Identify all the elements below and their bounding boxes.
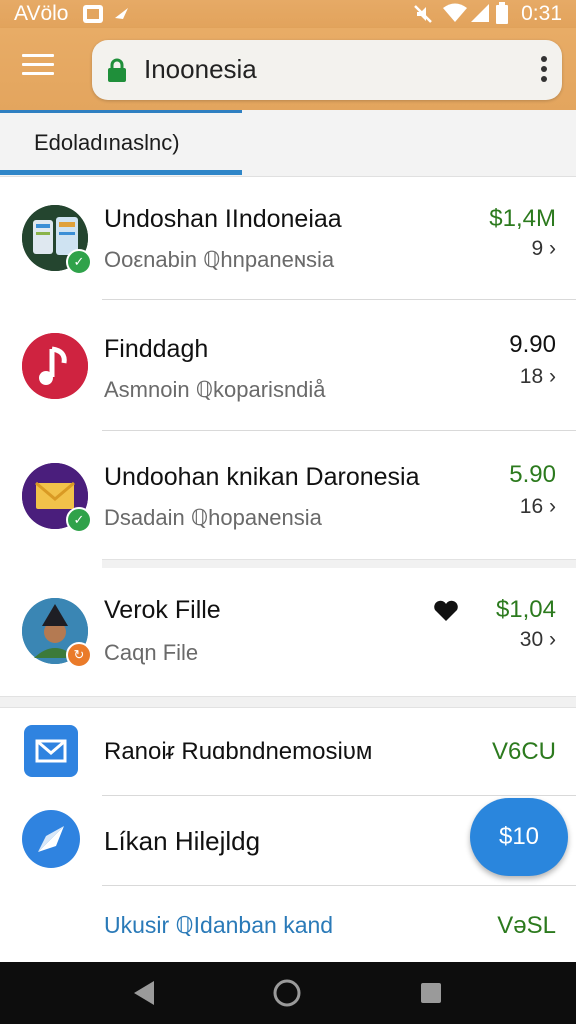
toolbar: Inoonesia bbox=[0, 28, 576, 110]
item-title: Undoohan knikan Daronesia bbox=[104, 463, 420, 491]
hamburger-menu-icon[interactable] bbox=[22, 54, 54, 80]
item-title[interactable]: Ukusir ℚIdanban kand bbox=[104, 912, 333, 939]
navigation-bar bbox=[0, 962, 576, 1024]
back-icon[interactable] bbox=[132, 980, 156, 1006]
tab-indicator bbox=[0, 170, 242, 175]
chevron-right-icon[interactable]: › bbox=[549, 365, 556, 388]
status-clock: 0:31 bbox=[521, 2, 562, 25]
floating-action-button[interactable]: $10 bbox=[470, 798, 568, 876]
mail-icon bbox=[24, 725, 78, 777]
tab-strip: Edoladınaslnc) bbox=[0, 110, 576, 177]
recents-icon[interactable] bbox=[420, 982, 442, 1004]
battery-icon bbox=[496, 2, 508, 24]
item-subtitle: Ooεnabin ℚhnpaneɴsia bbox=[104, 247, 335, 272]
chevron-right-icon[interactable]: › bbox=[549, 495, 556, 518]
item-price: 5.90 bbox=[509, 461, 556, 488]
sync-icon: ↻ bbox=[66, 642, 92, 668]
item-count: 18 › bbox=[519, 365, 556, 388]
item-price: 9.90 bbox=[509, 331, 556, 358]
search-query[interactable]: Inoonesia bbox=[144, 54, 257, 85]
item-subtitle: Dsadain ℚhopaɴensia bbox=[104, 505, 322, 530]
item-count: 30 › bbox=[519, 628, 556, 651]
send-icon bbox=[115, 8, 128, 19]
item-subtitle: Asmnoin ℚkoparisndiå bbox=[104, 377, 326, 402]
item-title: Undoshan IIndoneiaa bbox=[104, 205, 342, 233]
item-title: Verok Fille bbox=[104, 596, 221, 624]
home-icon[interactable] bbox=[272, 978, 302, 1008]
status-left-text: AVölo bbox=[14, 2, 69, 25]
item-title: Líkan Hilejldg bbox=[104, 826, 261, 856]
section-divider bbox=[0, 696, 576, 708]
item-price: $1,4M bbox=[489, 205, 556, 232]
tab-active[interactable]: Edoladınaslnc) bbox=[34, 130, 180, 156]
compass-icon bbox=[22, 810, 80, 868]
check-icon: ✓ bbox=[66, 249, 92, 275]
item-price: $1,04 bbox=[495, 596, 556, 623]
search-bar[interactable]: Inoonesia bbox=[92, 40, 562, 100]
list-item[interactable]: Ukusir ℚIdanban kand VəSL bbox=[0, 886, 576, 962]
wifi-icon bbox=[443, 3, 467, 22]
chevron-right-icon[interactable]: › bbox=[549, 237, 556, 260]
envelope-icon: ✓ bbox=[22, 463, 92, 533]
music-note-icon bbox=[22, 333, 88, 399]
list-item[interactable]: ✓ Undoohan knikan Daronesia Dsadain ℚhop… bbox=[0, 431, 576, 561]
signal-icon bbox=[471, 4, 489, 22]
item-title: Ranoiᵲ Ruɑbndnemosiᴜᴍ bbox=[104, 738, 373, 765]
overflow-menu-icon[interactable] bbox=[540, 56, 548, 84]
phones-icon: ✓ bbox=[22, 205, 92, 275]
list-item[interactable]: Finddagh Asmnoin ℚkoparisndiå 9.90 18 › bbox=[0, 301, 576, 431]
status-bar: AVölo 0:31 bbox=[0, 0, 576, 28]
item-subtitle: Caɋn File bbox=[104, 640, 199, 665]
chevron-right-icon[interactable]: › bbox=[549, 628, 556, 651]
item-count: 9 › bbox=[531, 237, 556, 260]
item-value: VəSL bbox=[497, 912, 556, 939]
heart-icon[interactable] bbox=[433, 600, 459, 622]
list-item[interactable]: Ranoiᵲ Ruɑbndnemosiᴜᴍ V6CU bbox=[0, 708, 576, 796]
item-value: V6CU bbox=[491, 738, 556, 765]
lock-icon bbox=[108, 58, 126, 82]
list-item[interactable]: ↻ Verok Fille Caɋn File $1,04 30 › bbox=[0, 568, 576, 696]
photo-icon bbox=[83, 5, 103, 23]
person-photo-icon: ↻ bbox=[22, 598, 92, 668]
list-item[interactable]: ✓ Undoshan IIndoneiaa Ooεnabin ℚhnpaneɴs… bbox=[0, 177, 576, 301]
item-title: Finddagh bbox=[104, 335, 209, 363]
check-icon: ✓ bbox=[66, 507, 92, 533]
mute-icon bbox=[414, 5, 432, 23]
item-count: 16 › bbox=[519, 495, 556, 518]
